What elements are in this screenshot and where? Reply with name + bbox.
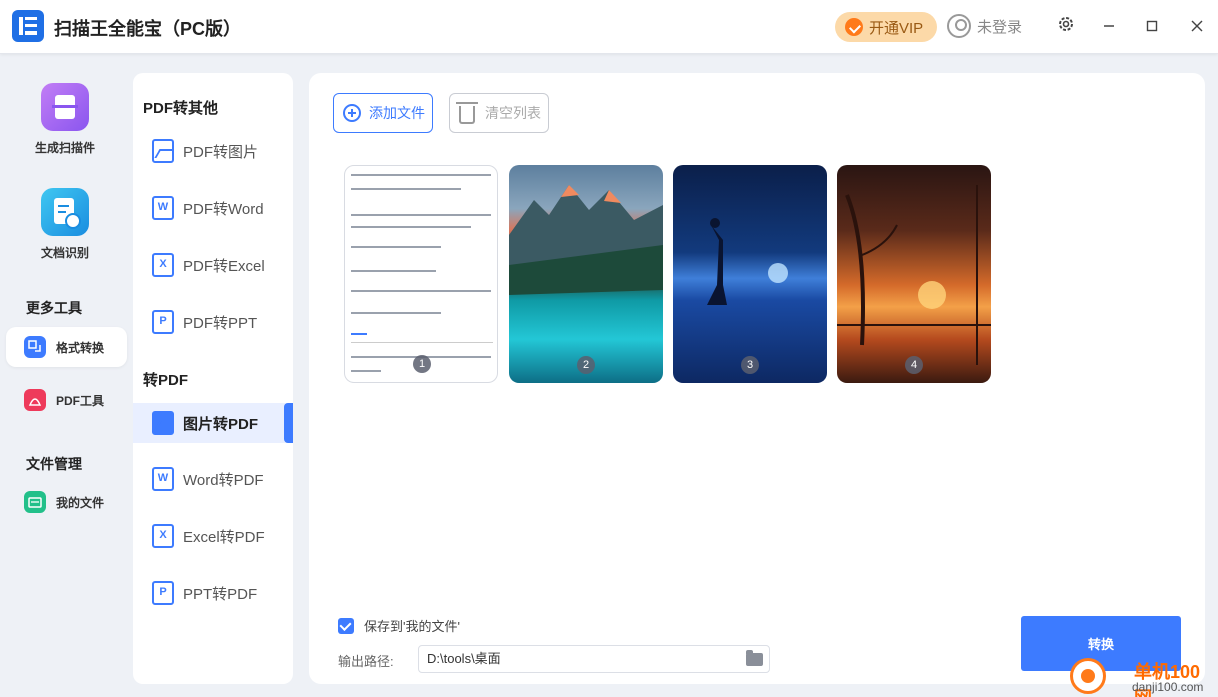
thumbnail-number: 1 — [413, 355, 431, 373]
conversion-type-panel: PDF转其他 PDF转图片 W PDF转Word X PDF转Excel P P… — [133, 73, 293, 684]
save-to-my-files-option[interactable]: 保存到'我的文件' — [338, 616, 460, 635]
image-to-pdf-icon — [152, 411, 174, 435]
image-doc-icon — [152, 139, 174, 163]
ppt-to-pdf-label: PPT转PDF — [183, 585, 258, 603]
trash-icon — [456, 102, 478, 124]
app-logo-icon — [12, 10, 44, 42]
excel-to-pdf-icon: X — [152, 524, 174, 548]
pdf-to-excel-label: PDF转Excel — [183, 257, 265, 275]
nav-item-pdf-tool[interactable]: PDF工具 — [6, 380, 127, 420]
thumbnail-number: 3 — [741, 356, 759, 374]
thumbnail-number: 2 — [577, 356, 595, 374]
file-thumbnail-3[interactable]: 3 — [673, 165, 827, 383]
excel-doc-icon: X — [152, 253, 174, 277]
user-avatar-icon — [947, 14, 971, 38]
pdf-to-ppt-label: PDF转PPT — [183, 314, 258, 332]
file-management-heading: 文件管理 — [26, 456, 82, 472]
generate-scan-label: 生成扫描件 — [34, 141, 95, 155]
pdf-to-ppt-item[interactable]: P PDF转PPT — [133, 302, 293, 342]
clear-list-button[interactable]: 清空列表 — [449, 93, 549, 133]
add-circle-icon — [343, 104, 361, 122]
nav-item-my-files[interactable]: 我的文件 — [6, 482, 127, 522]
to-pdf-heading: 转PDF — [143, 372, 189, 389]
file-thumbnail-4[interactable]: 4 — [837, 165, 991, 383]
more-tools-heading: 更多工具 — [26, 300, 82, 316]
left-navigation: 生成扫描件 文档识别 更多工具 格式转换 PDF工具 文件管理 我的文件 — [0, 54, 133, 697]
word-to-pdf-item[interactable]: W Word转PDF — [133, 459, 293, 499]
login-button[interactable]: 未登录 — [947, 14, 1022, 38]
excel-to-pdf-item[interactable]: X Excel转PDF — [133, 516, 293, 556]
format-convert-icon — [24, 336, 46, 358]
pdf-to-other-heading: PDF转其他 — [143, 100, 219, 117]
file-thumbnail-2[interactable]: 2 — [509, 165, 663, 383]
file-thumbnail-1[interactable]: 1 — [344, 165, 498, 383]
close-icon[interactable] — [1185, 15, 1209, 39]
pdf-to-excel-item[interactable]: X PDF转Excel — [133, 245, 293, 285]
thumbnail-number: 4 — [905, 356, 923, 374]
image-to-pdf-item[interactable]: 图片转PDF — [133, 403, 293, 443]
gear-icon[interactable] — [1054, 15, 1078, 39]
vip-gem-icon — [845, 18, 863, 36]
ppt-to-pdf-item[interactable]: P PPT转PDF — [133, 573, 293, 613]
maximize-icon[interactable] — [1140, 15, 1164, 39]
ppt-doc-icon: P — [152, 310, 174, 334]
watermark-logo-icon — [1070, 658, 1106, 694]
save-checkbox[interactable] — [338, 617, 354, 634]
login-label: 未登录 — [977, 18, 1023, 36]
minimize-icon[interactable] — [1097, 15, 1121, 39]
pdf-to-image-label: PDF转图片 — [183, 143, 259, 161]
output-path-label: 输出路径: — [338, 654, 394, 669]
my-files-icon — [24, 491, 46, 513]
output-path-field[interactable]: D:\tools\桌面 — [418, 645, 770, 673]
site-watermark: 单机100网 danji100.com — [1068, 656, 1218, 697]
open-vip-button[interactable]: 开通VIP — [835, 12, 937, 42]
image-to-pdf-label: 图片转PDF — [183, 415, 259, 433]
pdf-tool-label: PDF工具 — [56, 393, 105, 408]
title-bar: 扫描王全能宝（PC版） 开通VIP 未登录 — [0, 0, 1218, 54]
document-recognize-icon — [41, 188, 89, 236]
generate-scan-tool[interactable]: 生成扫描件 — [0, 83, 130, 156]
word-doc-icon: W — [152, 196, 174, 220]
save-to-my-files-label: 保存到'我的文件' — [364, 619, 460, 634]
document-recognize-tool[interactable]: 文档识别 — [0, 188, 130, 261]
scan-icon — [41, 83, 89, 131]
vip-label: 开通VIP — [869, 19, 924, 37]
nav-item-format-convert[interactable]: 格式转换 — [6, 327, 127, 367]
folder-icon[interactable] — [746, 650, 763, 666]
main-workspace: 添加文件 清空列表 1 2 3 4 保存到'我的文件' 输出路径: D:\too… — [309, 73, 1205, 684]
watermark-url: danji100.com — [1132, 680, 1204, 694]
app-title: 扫描王全能宝（PC版） — [54, 19, 242, 39]
clear-list-label: 清空列表 — [485, 105, 541, 121]
add-file-label: 添加文件 — [369, 105, 425, 121]
format-convert-label: 格式转换 — [56, 340, 105, 355]
pdf-to-word-item[interactable]: W PDF转Word — [133, 188, 293, 228]
add-file-button[interactable]: 添加文件 — [333, 93, 433, 133]
pdf-to-image-item[interactable]: PDF转图片 — [133, 131, 293, 171]
ppt-to-pdf-icon: P — [152, 581, 174, 605]
document-recognize-label: 文档识别 — [40, 246, 89, 260]
word-to-pdf-label: Word转PDF — [183, 471, 264, 489]
pdf-to-word-label: PDF转Word — [183, 200, 264, 218]
my-files-label: 我的文件 — [56, 495, 105, 510]
word-to-pdf-icon: W — [152, 467, 174, 491]
excel-to-pdf-label: Excel转PDF — [183, 528, 265, 546]
pdf-tool-icon — [24, 389, 46, 411]
